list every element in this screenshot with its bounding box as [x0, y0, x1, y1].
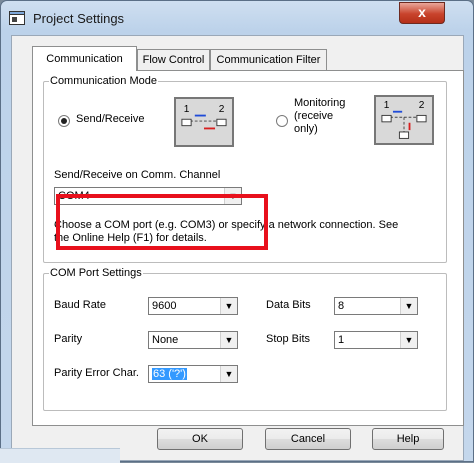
- settings-app-icon: [9, 11, 25, 25]
- data-bits-combo[interactable]: 8 ▼: [334, 297, 418, 315]
- send-receive-diagram-icon: 1 2: [174, 97, 234, 147]
- data-bits-value: 8: [338, 300, 345, 312]
- stop-bits-label: Stop Bits: [266, 333, 311, 345]
- parity-error-combo[interactable]: 63 ('?') ▼: [148, 365, 238, 383]
- data-bits-label: Data Bits: [266, 299, 311, 311]
- highlight-box: [56, 194, 268, 250]
- tab-flow-control[interactable]: Flow Control: [137, 49, 210, 70]
- cancel-button[interactable]: Cancel: [265, 428, 351, 450]
- group-legend: Communication Mode: [50, 75, 157, 87]
- send-receive-label: Send/Receive: [76, 113, 145, 125]
- close-button[interactable]: x: [399, 2, 445, 24]
- diagram-num-2: 2: [219, 104, 225, 115]
- chevron-down-icon[interactable]: ▼: [400, 332, 417, 348]
- diagram-num-2: 2: [419, 100, 425, 111]
- baud-rate-value: 9600: [152, 300, 177, 312]
- dialog-window: Project Settings x Communication Flow Co…: [0, 0, 474, 462]
- title-bar: Project Settings x: [9, 2, 469, 35]
- monitoring-diagram-icon: 1 2: [374, 95, 434, 145]
- diagram-num-1: 1: [384, 100, 390, 111]
- tab-label: Communication: [46, 53, 123, 65]
- monitoring-radio[interactable]: [276, 115, 288, 127]
- parity-combo[interactable]: None ▼: [148, 331, 238, 349]
- group-legend: COM Port Settings: [50, 267, 142, 279]
- taskbar-fragment: [0, 448, 120, 463]
- chevron-down-icon[interactable]: ▼: [220, 366, 237, 382]
- stop-bits-value: 1: [338, 334, 345, 346]
- diagram-num-1: 1: [184, 104, 190, 115]
- parity-value: None: [152, 334, 179, 346]
- tab-label: Flow Control: [142, 54, 205, 66]
- tab-label: Communication Filter: [216, 54, 321, 66]
- baud-rate-combo[interactable]: 9600 ▼: [148, 297, 238, 315]
- tab-communication[interactable]: Communication: [32, 46, 137, 71]
- chevron-down-icon[interactable]: ▼: [400, 298, 417, 314]
- baud-rate-label: Baud Rate: [54, 299, 106, 311]
- tab-communication-filter[interactable]: Communication Filter: [210, 49, 327, 70]
- com-port-settings-group: COM Port Settings Baud Rate 9600 ▼ Data …: [43, 267, 447, 411]
- monitoring-label-line2: (receive: [294, 110, 334, 122]
- stop-bits-combo[interactable]: 1 ▼: [334, 331, 418, 349]
- parity-error-value: 63 ('?'): [152, 368, 187, 380]
- help-button[interactable]: Help: [372, 428, 444, 450]
- close-icon: x: [418, 4, 426, 20]
- monitoring-label-line1: Monitoring: [294, 97, 346, 109]
- dialog-client-area: Communication Flow Control Communication…: [11, 35, 464, 461]
- parity-label: Parity: [54, 333, 83, 345]
- send-receive-radio[interactable]: [58, 115, 70, 127]
- monitoring-label-line3: only): [294, 123, 318, 135]
- ok-button[interactable]: OK: [157, 428, 243, 450]
- parity-error-label: Parity Error Char.: [54, 367, 139, 379]
- window-title: Project Settings: [33, 11, 125, 26]
- chevron-down-icon[interactable]: ▼: [220, 332, 237, 348]
- chevron-down-icon[interactable]: ▼: [220, 298, 237, 314]
- channel-label: Send/Receive on Comm. Channel: [54, 169, 221, 181]
